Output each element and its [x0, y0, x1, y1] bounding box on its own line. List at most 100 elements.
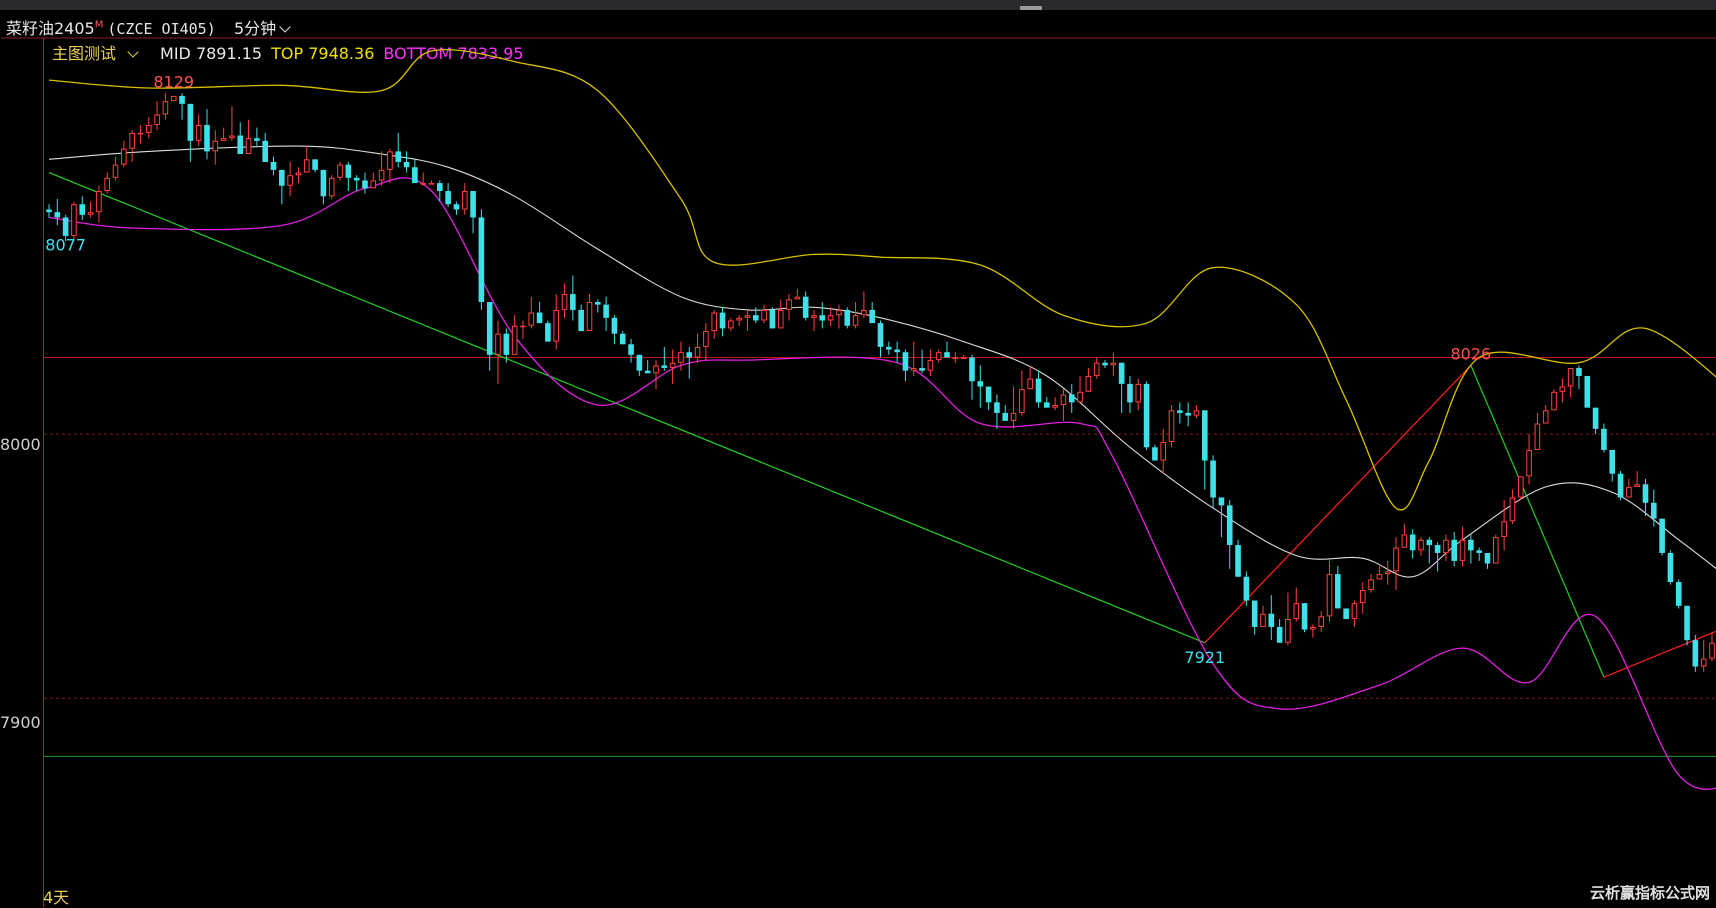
top-band-line [48, 48, 1716, 511]
candle-body-up [1326, 574, 1333, 617]
candle-body-up [129, 132, 135, 149]
candle-body-down [619, 333, 626, 345]
candle-body-down [312, 159, 318, 170]
candle-body-up [1019, 389, 1025, 413]
candle-body-up [952, 357, 959, 359]
candle-body-up [1318, 616, 1324, 627]
candle-body-down [395, 151, 402, 162]
candle-body-up [1376, 574, 1383, 580]
candle-body-up [1168, 410, 1175, 443]
candle-body-up [370, 180, 377, 189]
candle-body-down [819, 315, 826, 321]
candle-body-down [1118, 362, 1125, 384]
candle-body-down [886, 346, 892, 350]
candle-body-up [511, 325, 518, 355]
candle-body-down [1659, 518, 1665, 553]
candle-body-down [869, 309, 875, 324]
candle-body-up [1542, 410, 1549, 424]
peak-label: 7921 [1184, 648, 1225, 667]
candle-body-down [1201, 410, 1208, 461]
candle-body-up [71, 204, 77, 236]
candle-body-up [910, 368, 917, 371]
candle-body-up [1459, 539, 1466, 561]
candle-body-down [944, 352, 950, 358]
candle-body-up [736, 317, 742, 321]
candle-body-up [1310, 626, 1316, 630]
candle-body-down [470, 191, 476, 218]
candle-body-up [1285, 619, 1291, 643]
candle-body-up [387, 151, 393, 170]
candle-body-up [1260, 613, 1266, 627]
candle-body-down [1650, 502, 1657, 519]
candle-body-down [919, 368, 925, 371]
candle-body-up [1027, 378, 1033, 390]
candle-body-up [1493, 537, 1499, 564]
candle-body-down [1044, 402, 1050, 408]
candle-body-up [1135, 383, 1142, 403]
candle-body-down [1335, 574, 1341, 609]
candle-body-down [536, 312, 543, 324]
candle-body-down [1476, 550, 1482, 553]
candle-body-up [852, 315, 859, 326]
candle-body-down [179, 95, 185, 104]
candle-body-up [1501, 521, 1507, 538]
candle-body-up [1359, 589, 1366, 604]
candle-body-up [703, 331, 709, 347]
candle-body-up [1110, 362, 1117, 366]
candle-body-up [104, 177, 111, 192]
candle-body-up [229, 135, 235, 139]
candle-body-up [1634, 484, 1640, 487]
candle-body-down [661, 365, 668, 369]
candle-body-down [1617, 473, 1624, 498]
candlestick-chart[interactable]: 8129 8077 7921 8026 [0, 0, 1716, 907]
candle-body-down [752, 315, 759, 321]
candle-body-down [1584, 375, 1591, 408]
watermark-text: 云析赢指标公式网 [1589, 884, 1710, 902]
candle-body-up [245, 138, 252, 155]
candle-body-down [187, 103, 194, 141]
candle-body-down [79, 204, 86, 215]
candle-body-down [603, 304, 609, 318]
bollinger-bands [48, 48, 1716, 790]
candle-body-down [1667, 552, 1674, 583]
candle-body-down [453, 204, 460, 210]
candle-body-up [121, 148, 127, 165]
candle-body-up [145, 124, 152, 133]
candle-body-up [420, 183, 426, 185]
candle-body-down [1127, 383, 1133, 403]
candle-body-down [270, 161, 277, 170]
candle-body-up [520, 325, 526, 328]
candle-body-up [1509, 497, 1516, 522]
candle-body-up [528, 312, 535, 326]
candle-body-up [87, 212, 94, 215]
candle-body-down [1468, 539, 1474, 551]
candle-body-up [794, 296, 801, 300]
bottom-band-line [48, 177, 1716, 790]
candle-body-up [561, 294, 568, 310]
candle-body-down [478, 217, 485, 302]
candle-body-up [1193, 410, 1200, 416]
candle-body-up [1010, 412, 1017, 421]
candle-body-up [1443, 539, 1449, 553]
candle-body-down [1226, 505, 1233, 546]
candle-body-down [1185, 412, 1191, 416]
mid-band-line [48, 145, 1716, 578]
candle-body-down [1218, 497, 1225, 506]
candle-body-down [969, 357, 975, 382]
candle-body-down [578, 309, 584, 332]
candle-body-down [570, 294, 576, 310]
candle-body-up [378, 169, 385, 181]
candle-body-down [686, 352, 693, 358]
period-days-label: 4天 [43, 888, 70, 907]
candle-body-up [744, 315, 751, 318]
candle-body-down [262, 140, 268, 162]
candle-body-up [1626, 486, 1632, 498]
candle-body-up [328, 177, 335, 197]
candle-body-up [1526, 449, 1532, 477]
candle-body-down [1002, 412, 1009, 421]
candle-body-down [628, 344, 634, 355]
candle-body-up [295, 172, 302, 176]
candle-body-down [237, 135, 244, 155]
candle-body-down [1301, 603, 1308, 630]
candle-body-down [204, 124, 210, 152]
